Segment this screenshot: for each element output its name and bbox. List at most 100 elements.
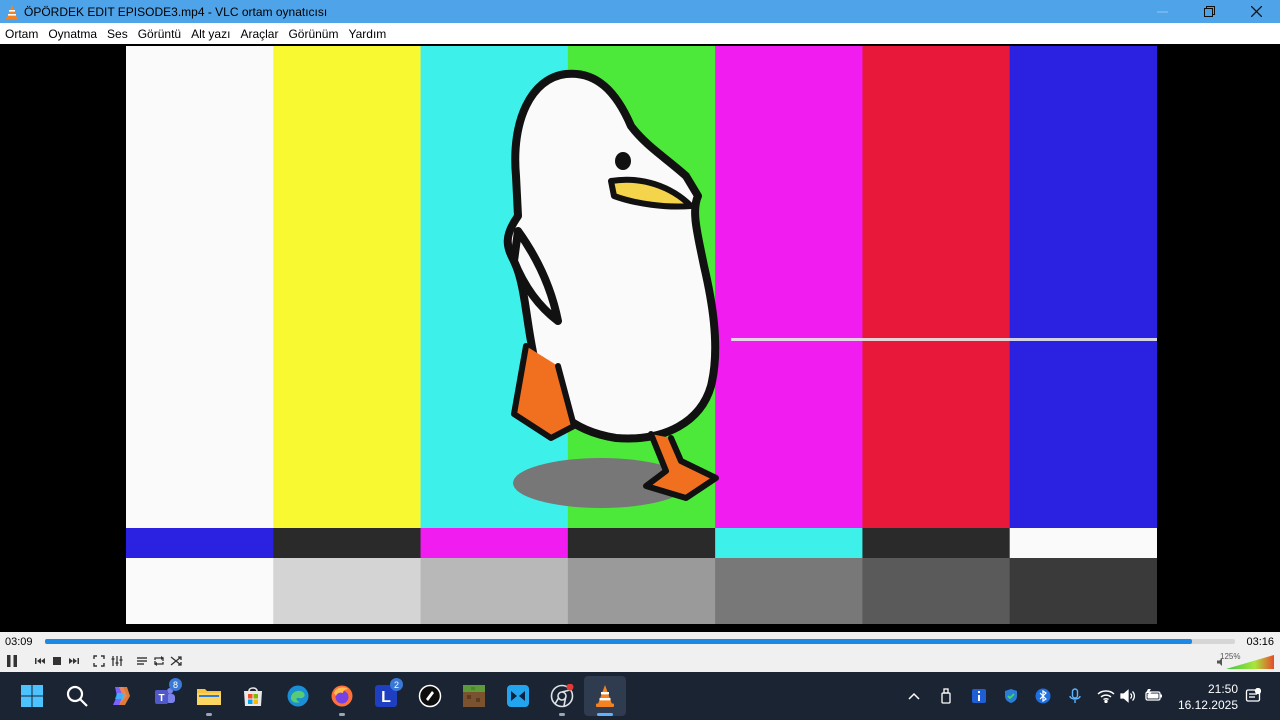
microphone-tray-button[interactable] bbox=[1066, 687, 1084, 705]
battery-tray-button[interactable] bbox=[1145, 687, 1163, 705]
menu-subtitle[interactable]: Alt yazı bbox=[191, 27, 230, 41]
defender-tray-button[interactable] bbox=[1002, 687, 1020, 705]
minecraft-button[interactable] bbox=[460, 682, 488, 710]
control-bar: 125% bbox=[0, 650, 1280, 672]
volume-control[interactable]: 125% bbox=[1212, 652, 1276, 670]
svg-text:T: T bbox=[158, 693, 164, 704]
seek-row: 03:09 03:16 bbox=[0, 632, 1280, 650]
menu-audio[interactable]: Ses bbox=[107, 27, 128, 41]
wifi-tray-button[interactable] bbox=[1097, 687, 1115, 705]
video-image bbox=[126, 46, 1157, 624]
teams-button[interactable]: T 8 bbox=[151, 678, 182, 710]
menu-help[interactable]: Yardım bbox=[348, 27, 386, 41]
microsoft-store-icon bbox=[244, 687, 262, 706]
vlc-icon bbox=[596, 685, 614, 707]
playlist-button[interactable] bbox=[134, 653, 150, 669]
shuffle-button[interactable] bbox=[168, 653, 184, 669]
menu-media[interactable]: Ortam bbox=[5, 27, 38, 41]
total-time: 03:16 bbox=[1246, 636, 1274, 648]
bluetooth-icon bbox=[1035, 688, 1051, 704]
pause-icon bbox=[7, 655, 17, 667]
color-strip bbox=[567, 528, 717, 558]
close-icon bbox=[1251, 6, 1262, 17]
speaker-tray-button[interactable] bbox=[1119, 687, 1137, 705]
microsoft-store-button[interactable] bbox=[239, 682, 267, 710]
seek-progress bbox=[45, 639, 1193, 644]
color-bar bbox=[862, 46, 1011, 528]
fullscreen-button[interactable] bbox=[91, 653, 107, 669]
color-strip bbox=[715, 528, 864, 558]
menu-playback[interactable]: Oynatma bbox=[48, 27, 97, 41]
proton-vpn-button[interactable] bbox=[416, 682, 444, 710]
notifications-button[interactable] bbox=[1244, 687, 1262, 705]
svg-text:L: L bbox=[381, 689, 391, 706]
firefox-indicator bbox=[339, 713, 345, 716]
shuffle-icon bbox=[170, 656, 182, 666]
gray-strip bbox=[1009, 558, 1157, 624]
menu-tools[interactable]: Araçlar bbox=[240, 27, 278, 41]
start-icon bbox=[21, 685, 43, 707]
gray-strip bbox=[715, 558, 864, 624]
color-strip bbox=[126, 528, 275, 558]
loop-button[interactable] bbox=[151, 653, 167, 669]
stop-button[interactable] bbox=[49, 653, 65, 669]
next-icon bbox=[69, 658, 79, 664]
taskbar: T 8 L 2 21:50 16.12.2025 bbox=[0, 672, 1280, 720]
close-button[interactable] bbox=[1233, 0, 1280, 23]
notifications-icon bbox=[1245, 688, 1261, 702]
info-tray-button[interactable] bbox=[970, 687, 988, 705]
gray-strip bbox=[420, 558, 569, 624]
window-title: ÖPÖRDEK EDIT EPISODE3.mp4 - VLC ortam oy… bbox=[24, 4, 328, 19]
chrome-button[interactable] bbox=[548, 682, 576, 710]
show-hidden-icons-button[interactable] bbox=[905, 687, 923, 705]
usb-tray-button[interactable] bbox=[937, 687, 955, 705]
gray-strip bbox=[126, 558, 275, 624]
maximize-button[interactable] bbox=[1186, 0, 1233, 23]
bluetooth-tray-button[interactable] bbox=[1034, 687, 1052, 705]
color-strip bbox=[1009, 528, 1157, 558]
start-button[interactable] bbox=[18, 682, 46, 710]
volume-slider[interactable] bbox=[1226, 655, 1274, 669]
title-bar: ÖPÖRDEK EDIT EPISODE3.mp4 - VLC ortam oy… bbox=[0, 0, 1280, 23]
color-strip bbox=[862, 528, 1011, 558]
copilot-button[interactable] bbox=[107, 682, 135, 710]
firefox-button[interactable] bbox=[328, 682, 356, 710]
edge-icon bbox=[287, 685, 309, 707]
seek-slider[interactable] bbox=[45, 639, 1235, 644]
pause-button[interactable] bbox=[4, 653, 20, 669]
gray-strip bbox=[273, 558, 422, 624]
edge-button[interactable] bbox=[284, 682, 312, 710]
video-area[interactable] bbox=[0, 44, 1280, 632]
extended-settings-button[interactable] bbox=[109, 653, 125, 669]
elapsed-time: 03:09 bbox=[5, 636, 33, 648]
teams-badge: 8 bbox=[169, 678, 182, 691]
vlc-button[interactable] bbox=[591, 682, 619, 710]
minimize-button[interactable] bbox=[1139, 0, 1186, 23]
extended-settings-icon bbox=[111, 656, 123, 666]
previous-button[interactable] bbox=[32, 653, 48, 669]
search-button[interactable] bbox=[63, 682, 91, 710]
video-frame[interactable] bbox=[126, 46, 1157, 624]
capcut-button[interactable] bbox=[504, 682, 532, 710]
next-button[interactable] bbox=[66, 653, 82, 669]
color-strip bbox=[420, 528, 569, 558]
loop-icon bbox=[154, 656, 164, 666]
wifi-icon bbox=[1097, 690, 1115, 703]
copilot-icon bbox=[113, 687, 130, 705]
gray-strip bbox=[567, 558, 717, 624]
color-bar bbox=[273, 46, 422, 528]
menu-view[interactable]: Görünüm bbox=[288, 27, 338, 41]
l-app-badge: 2 bbox=[390, 678, 403, 691]
microphone-icon bbox=[1069, 688, 1081, 703]
file-explorer-button[interactable] bbox=[195, 682, 223, 710]
clock[interactable]: 21:50 16.12.2025 bbox=[1178, 681, 1238, 713]
playlist-icon bbox=[137, 657, 147, 665]
file-explorer-indicator bbox=[206, 713, 212, 716]
l-app-button[interactable]: L 2 bbox=[372, 678, 403, 710]
minecraft-icon bbox=[463, 685, 485, 707]
menu-video[interactable]: Görüntü bbox=[138, 27, 181, 41]
gray-strip bbox=[862, 558, 1011, 624]
menu-bar: Ortam Oynatma Ses Görüntü Alt yazı Araçl… bbox=[0, 23, 1280, 44]
speaker-icon bbox=[1120, 689, 1136, 703]
clock-time: 21:50 bbox=[1207, 682, 1238, 696]
